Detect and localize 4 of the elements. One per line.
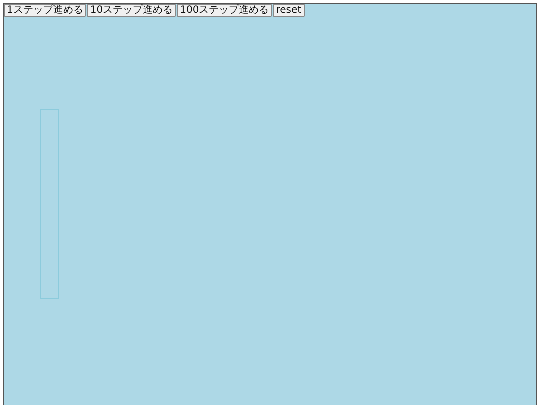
step-button[interactable]: 1ステップ進める: [4, 4, 86, 17]
step-button[interactable]: 100ステップ進める: [177, 4, 272, 17]
step-button[interactable]: 10ステップ進める: [87, 4, 176, 17]
step-button[interactable]: reset: [273, 4, 305, 17]
